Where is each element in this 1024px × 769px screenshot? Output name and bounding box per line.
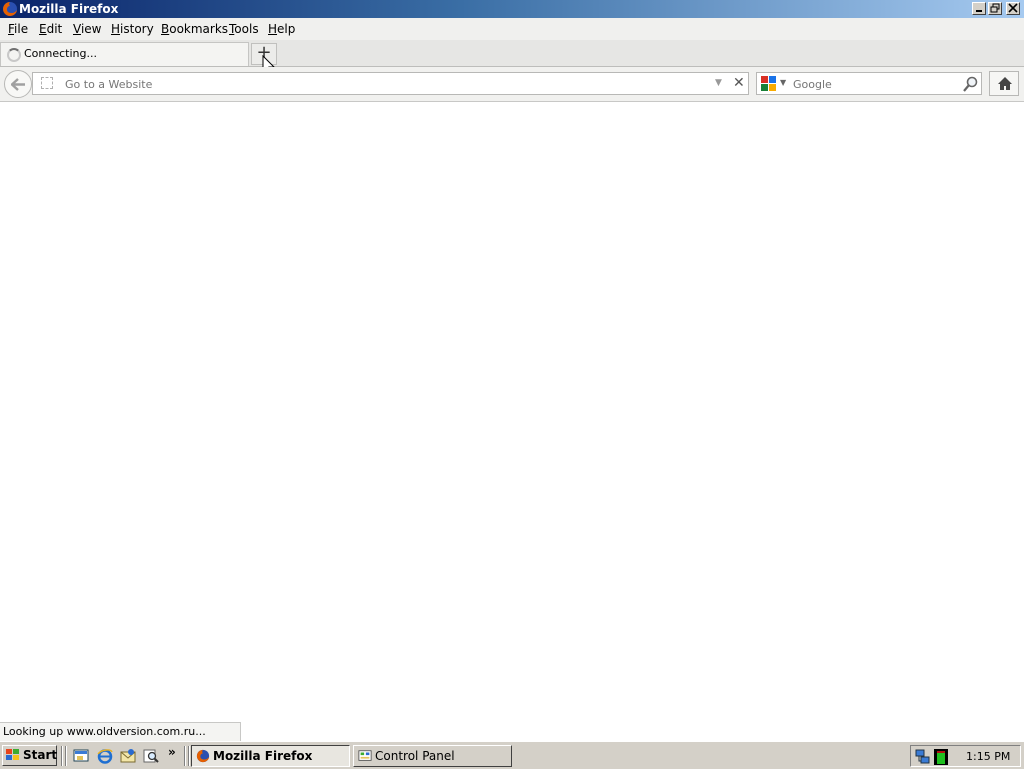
taskbar-item-firefox[interactable]: Mozilla Firefox: [191, 745, 350, 767]
menu-help[interactable]: Help: [268, 22, 295, 36]
search-bar[interactable]: ▼: [756, 72, 982, 95]
stop-icon[interactable]: ✕: [733, 75, 745, 91]
menu-file[interactable]: File: [8, 22, 28, 36]
menu-bar: File Edit View History Bookmarks Tools H…: [0, 18, 1024, 41]
menu-tools[interactable]: Tools: [229, 22, 259, 36]
tab-label: Connecting...: [24, 47, 97, 60]
home-button[interactable]: [989, 71, 1019, 96]
close-icon: [1008, 3, 1018, 13]
google-engine-icon[interactable]: [761, 76, 776, 91]
restore-button[interactable]: [988, 2, 1002, 15]
engine-dropdown-icon[interactable]: ▼: [780, 78, 786, 87]
menu-bookmarks[interactable]: Bookmarks: [161, 22, 228, 36]
cpu-meter-icon[interactable]: [933, 748, 949, 766]
history-dropdown-icon[interactable]: ▼: [715, 78, 722, 88]
close-window-button[interactable]: [1006, 2, 1020, 15]
start-button[interactable]: Start: [2, 745, 57, 766]
start-label: Start: [23, 748, 58, 762]
loading-spinner-icon: [7, 48, 21, 62]
menu-view[interactable]: View: [73, 22, 101, 36]
navigation-toolbar: ▼ ✕ ▼: [0, 67, 1024, 102]
restore-icon: [990, 3, 1000, 13]
site-identity-icon[interactable]: [41, 77, 53, 89]
back-button[interactable]: [4, 70, 32, 98]
network-icon[interactable]: [915, 749, 931, 765]
firefox-logo-icon: [3, 2, 18, 16]
taskbar-separator: [65, 746, 67, 766]
taskbar: Start » Mozilla Firefox Control Panel 1:…: [0, 741, 1024, 769]
taskbar-separator: [188, 746, 190, 766]
minimize-button[interactable]: [972, 2, 986, 15]
tab-connecting[interactable]: Connecting...: [0, 42, 249, 66]
taskbar-item-control-panel[interactable]: Control Panel: [353, 745, 512, 767]
minimize-icon: [976, 10, 982, 12]
system-tray: 1:15 PM: [910, 745, 1021, 767]
taskbar-separator: [61, 746, 63, 766]
status-panel: Looking up www.oldversion.com.ru...: [0, 722, 241, 742]
home-icon: [998, 77, 1012, 90]
show-desktop-icon[interactable]: [73, 748, 89, 764]
page-content[interactable]: [0, 102, 1024, 722]
search-icon[interactable]: [962, 76, 979, 93]
title-bar[interactable]: Mozilla Firefox: [0, 0, 1024, 18]
control-panel-icon: [358, 750, 372, 761]
outlook-express-icon[interactable]: [120, 748, 136, 764]
quicklaunch-more-icon[interactable]: »: [168, 745, 176, 759]
url-input[interactable]: [63, 75, 707, 94]
internet-explorer-icon[interactable]: [97, 748, 113, 764]
taskbar-item-label: Control Panel: [375, 749, 455, 763]
menu-edit[interactable]: Edit: [39, 22, 62, 36]
search-files-icon[interactable]: [143, 748, 159, 764]
menu-history[interactable]: History: [111, 22, 154, 36]
search-input[interactable]: [791, 75, 961, 94]
firefox-icon: [196, 749, 210, 763]
windows-logo-icon: [6, 749, 19, 760]
taskbar-separator: [184, 746, 186, 766]
back-arrow-icon: [11, 78, 25, 91]
window-title: Mozilla Firefox: [19, 2, 119, 16]
taskbar-clock: 1:15 PM: [966, 750, 1011, 763]
url-bar[interactable]: ▼ ✕: [32, 72, 749, 95]
tab-strip: Connecting... +: [0, 40, 1024, 67]
taskbar-item-label: Mozilla Firefox: [213, 749, 313, 763]
